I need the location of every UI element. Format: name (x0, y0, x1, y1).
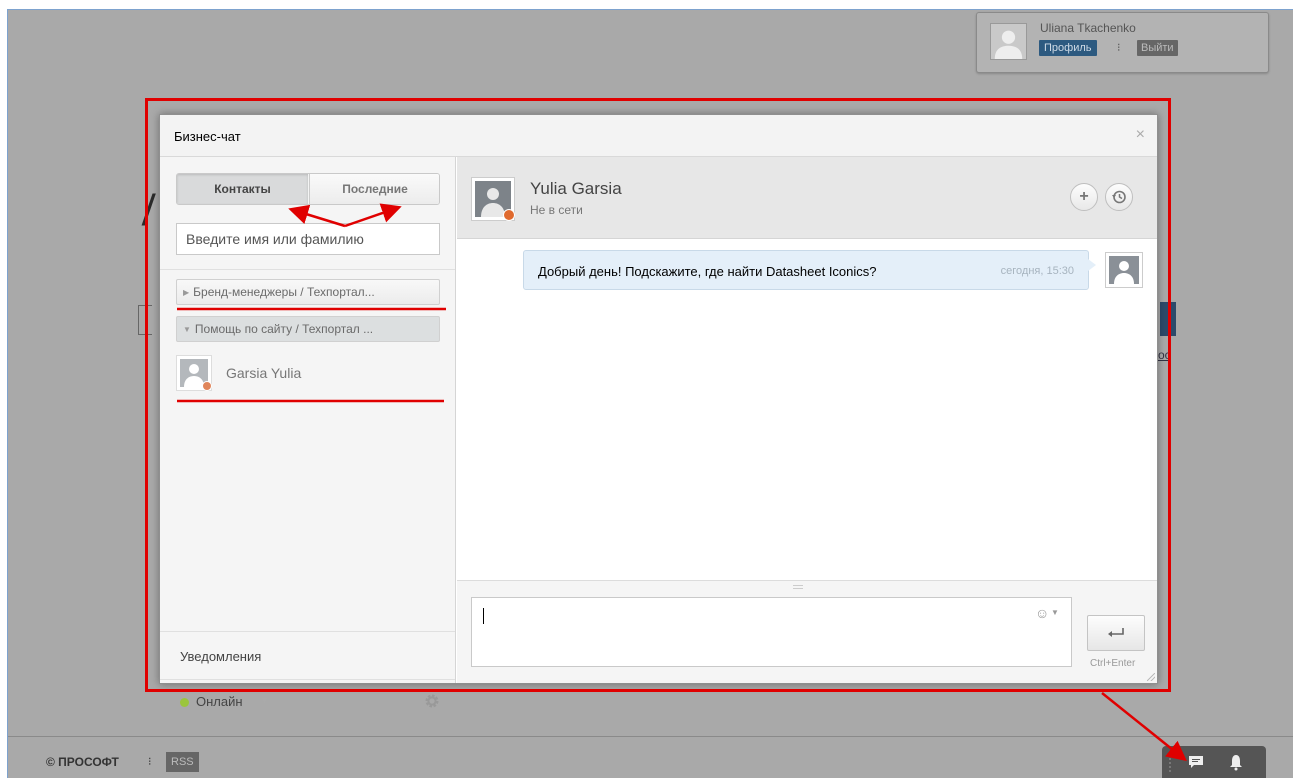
text-caret (483, 608, 484, 624)
user-name: Uliana Tkachenko (1040, 21, 1136, 35)
profile-button[interactable]: Профиль (1039, 40, 1097, 56)
resize-corner[interactable] (1147, 673, 1155, 681)
contact-name: Garsia Yulia (226, 365, 302, 381)
history-icon (1112, 190, 1126, 204)
gear-icon[interactable] (424, 693, 440, 709)
contact-item[interactable]: Garsia Yulia (176, 353, 440, 393)
triangle-down-icon: ▼ (183, 325, 191, 334)
avatar[interactable] (471, 177, 515, 221)
user-silhouette-icon (1114, 261, 1134, 284)
rss-link[interactable]: RSS (166, 752, 199, 772)
group-label: Помощь по сайту / Техпортал ... (194, 322, 374, 336)
background-logo-fragment: / (142, 183, 156, 236)
triangle-right-icon: ▶ (183, 288, 190, 297)
group-label: Бренд-менеджеры / Техпортал... (193, 285, 375, 299)
smiley-icon[interactable]: ☺ (1035, 605, 1049, 621)
chat-icon[interactable] (1188, 755, 1204, 769)
history-button[interactable] (1105, 183, 1133, 211)
chat-contact-status: Не в сети (530, 203, 583, 217)
separator: ⁝ (1117, 42, 1121, 54)
dialog-title: Бизнес-чат (174, 129, 241, 144)
message-list: Добрый день! Подскажите, где найти Datas… (457, 240, 1157, 580)
window-top-edge (0, 0, 1293, 10)
footer-divider (8, 736, 1293, 737)
chat-header: Yulia Garsia Не в сети + (457, 157, 1157, 239)
background-search-input (138, 305, 152, 335)
chat-contact-name[interactable]: Yulia Garsia (530, 179, 622, 199)
drag-handle[interactable] (1169, 754, 1171, 772)
message-bubble: Добрый день! Подскажите, где найти Datas… (523, 250, 1096, 290)
close-icon[interactable]: × (1136, 127, 1145, 143)
messenger-bar (1162, 746, 1266, 778)
send-shortcut-hint: Ctrl+Enter (1090, 658, 1136, 669)
online-status-dot (180, 698, 189, 707)
chevron-down-icon[interactable]: ▼ (260, 695, 269, 705)
contact-search-input[interactable] (176, 223, 440, 255)
chevron-down-icon[interactable]: ▼ (1051, 608, 1059, 617)
user-silhouette-icon (994, 30, 1023, 59)
plus-icon: + (1079, 188, 1089, 205)
offline-status-dot (202, 381, 212, 391)
group-brand-managers[interactable]: ▶ Бренд-менеджеры / Техпортал... (176, 279, 440, 305)
offline-status-dot (503, 209, 515, 221)
divider (160, 269, 455, 270)
window-left-edge (0, 0, 8, 778)
message-composer: ☺ ▼ Ctrl+Enter (457, 580, 1157, 683)
avatar (176, 355, 212, 391)
user-avatar[interactable] (990, 23, 1027, 60)
logout-button[interactable]: Выйти (1137, 40, 1178, 56)
business-chat-dialog: Бизнес-чат × Контакты Последние ▶Бренд-м… (159, 114, 1158, 709)
resize-handle[interactable] (793, 585, 803, 589)
tab-contacts[interactable]: Контакты (177, 174, 308, 204)
user-panel: Uliana Tkachenko Профиль ⁝ Выйти (976, 12, 1269, 73)
notifications-link[interactable]: Уведомления (180, 649, 261, 664)
notifications-section: Уведомления (160, 631, 455, 679)
footer-separator: ⁝ (148, 756, 152, 768)
footer-copyright: © ПРОСОФТ (46, 755, 119, 769)
avatar (1105, 252, 1143, 288)
sidebar-tabs: Контакты Последние (176, 173, 440, 205)
background-link-fragment: ос (1158, 348, 1171, 362)
contacts-sidebar: Контакты Последние ▶Бренд-менеджеры / Те… (160, 157, 456, 709)
group-site-help[interactable]: ▼ Помощь по сайту / Техпортал ... (176, 316, 440, 342)
bell-icon[interactable] (1228, 753, 1244, 771)
enter-arrow-icon (1108, 628, 1124, 637)
dialog-header: Бизнес-чат × (160, 115, 1157, 157)
status-selector[interactable]: Онлайн (196, 694, 243, 709)
message-text: Добрый день! Подскажите, где найти Datas… (538, 264, 877, 279)
message-time: сегодня, 15:30 (1000, 265, 1074, 277)
tab-recent[interactable]: Последние (309, 174, 439, 204)
send-button[interactable] (1087, 615, 1145, 651)
status-section: Онлайн ▼ (160, 679, 455, 725)
message-input[interactable] (471, 597, 1072, 667)
background-search-button (1160, 302, 1176, 336)
add-user-button[interactable]: + (1070, 183, 1098, 211)
